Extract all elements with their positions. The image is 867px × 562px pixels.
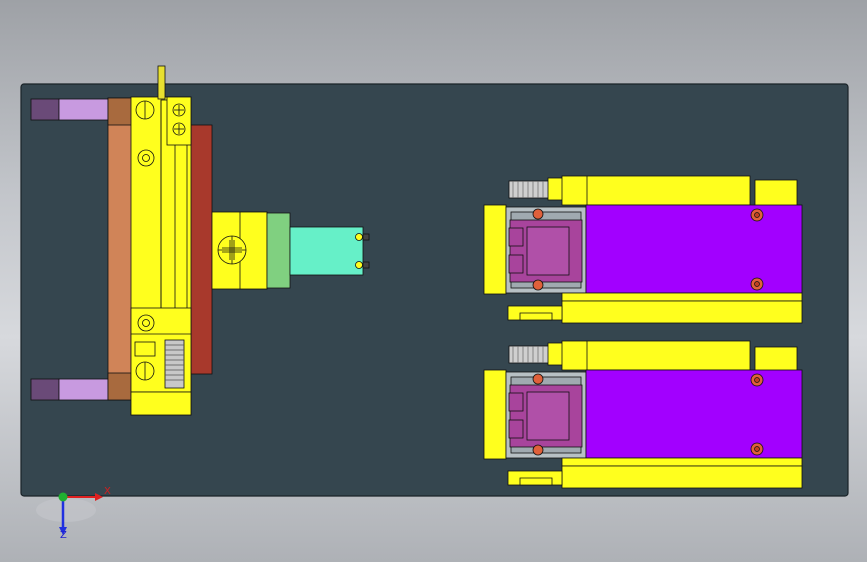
vertical-pin	[157, 65, 166, 100]
lower-rail-top	[561, 300, 803, 324]
copper-plate	[107, 97, 133, 401]
slot-screw-top	[135, 100, 155, 120]
axis-triad	[36, 492, 103, 535]
threaded-rod	[164, 339, 185, 389]
cross-screw-top-1	[172, 103, 186, 117]
top-rail-dark	[30, 98, 60, 121]
copper-plate-bottom-cap	[107, 372, 133, 401]
bottom-end-block	[754, 346, 798, 372]
y-axis-dot	[58, 492, 68, 502]
lower-slide-bottom	[561, 457, 803, 467]
cylinder-mint-rod	[289, 226, 364, 276]
x-axis-label: X	[104, 486, 111, 497]
bottom-guide-bar	[561, 340, 751, 371]
purple-body	[585, 204, 803, 294]
assembly-drawing[interactable]	[0, 0, 867, 562]
column-foot	[130, 391, 192, 416]
purple-body-2	[585, 369, 803, 459]
top-rail	[58, 98, 110, 121]
red-block	[189, 124, 213, 375]
round-screw-upper	[137, 149, 155, 167]
cad-viewport[interactable]: X Z	[0, 0, 867, 562]
left-side-plate-2	[483, 369, 507, 460]
bottom-rail	[58, 378, 110, 401]
cylinder-green-body	[266, 212, 291, 289]
bottom-rail-dark	[30, 378, 60, 401]
top-guide-bar	[561, 175, 751, 206]
left-side-plate	[483, 204, 507, 295]
z-axis-label: Z	[60, 530, 67, 541]
cross-screw-top-2	[172, 122, 186, 136]
lower-rail-bottom	[561, 465, 803, 489]
round-screw-lower	[137, 314, 155, 332]
cylinder-cross-screw	[217, 235, 247, 265]
copper-plate-top-cap	[107, 97, 133, 126]
top-end-block	[754, 179, 798, 207]
slot-screw-bottom	[135, 361, 155, 381]
lower-slide-top	[561, 292, 803, 302]
